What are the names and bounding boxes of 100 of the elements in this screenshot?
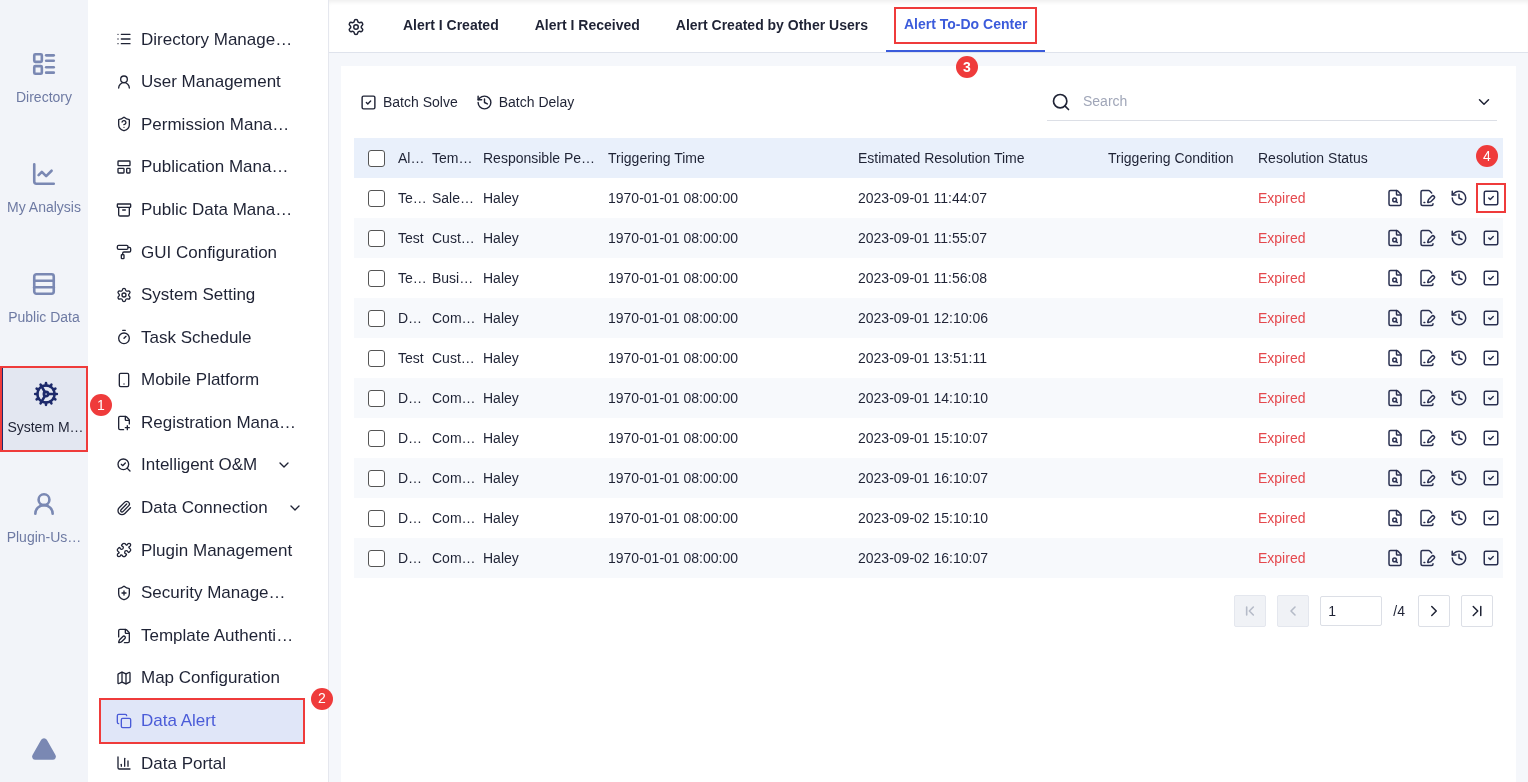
file-pen-icon[interactable] bbox=[1418, 229, 1436, 247]
sidebar-item[interactable]: Data Connection bbox=[101, 486, 303, 530]
table-cell: Test bbox=[398, 229, 424, 246]
table-cell: 2023-09-02 16:10:07 bbox=[858, 549, 988, 566]
puzzle-icon bbox=[116, 542, 132, 559]
file-pen-icon[interactable] bbox=[1418, 389, 1436, 407]
checkbox[interactable] bbox=[367, 349, 385, 367]
tab[interactable]: Alert Created by Other Users bbox=[657, 0, 886, 52]
table-cell: D… bbox=[398, 389, 423, 406]
tab[interactable]: Alert I Created bbox=[385, 0, 517, 52]
rail-item[interactable]: Directory bbox=[0, 36, 88, 122]
file-search-icon[interactable] bbox=[1386, 509, 1404, 527]
history-icon[interactable] bbox=[1450, 509, 1468, 527]
batch-delay-button[interactable]: Batch Delay bbox=[475, 91, 575, 113]
paperclip-icon bbox=[116, 499, 132, 516]
sidebar-item[interactable]: GUI Configuration bbox=[101, 230, 303, 274]
status-text: Expired bbox=[1258, 189, 1306, 206]
rail-item[interactable]: Public Data bbox=[0, 256, 88, 342]
sidebar-item[interactable]: Permission Mana… bbox=[101, 103, 303, 146]
history-icon[interactable] bbox=[1450, 309, 1468, 327]
map-icon bbox=[116, 670, 132, 687]
status-text: Expired bbox=[1258, 429, 1306, 446]
rail-item[interactable]: Plugin-Us… bbox=[0, 476, 88, 562]
resolve-icon[interactable] bbox=[1482, 469, 1500, 487]
checkbox[interactable] bbox=[367, 389, 385, 407]
sidebar-item[interactable]: Security Manage… bbox=[101, 571, 303, 615]
sidebar-item[interactable]: Public Data Mana… bbox=[101, 188, 303, 231]
status-text: Expired bbox=[1258, 229, 1306, 246]
batch-solve-button[interactable]: Batch Solve bbox=[360, 91, 458, 113]
page-button[interactable] bbox=[1461, 595, 1493, 627]
file-search-icon[interactable] bbox=[1386, 189, 1404, 207]
chart-icon bbox=[31, 160, 57, 187]
checkbox[interactable] bbox=[367, 469, 385, 487]
history-icon[interactable] bbox=[1450, 349, 1468, 367]
file-pen-icon[interactable] bbox=[1418, 429, 1436, 447]
sidebar-item[interactable]: Task Schedule bbox=[101, 316, 303, 359]
search-field[interactable]: Search bbox=[1083, 91, 1463, 112]
checkbox[interactable] bbox=[367, 509, 385, 527]
column-header: Resolution Status bbox=[1258, 149, 1368, 166]
resolve-icon[interactable] bbox=[1482, 509, 1500, 527]
file-pen-icon[interactable] bbox=[1418, 309, 1436, 327]
checkbox[interactable] bbox=[367, 309, 385, 327]
checkbox[interactable] bbox=[367, 429, 385, 447]
resolve-icon[interactable] bbox=[1482, 269, 1500, 287]
table-cell: 1970-01-01 08:00:00 bbox=[608, 509, 738, 526]
copy-icon bbox=[116, 712, 132, 729]
sidebar-item[interactable]: Publication Mana… bbox=[101, 145, 303, 189]
file-search-icon[interactable] bbox=[1386, 229, 1404, 247]
file-search-icon[interactable] bbox=[1386, 549, 1404, 567]
checkbox[interactable] bbox=[367, 189, 385, 207]
history-icon[interactable] bbox=[1450, 469, 1468, 487]
resolve-icon[interactable] bbox=[1482, 349, 1500, 367]
shield-plus-icon bbox=[116, 585, 132, 601]
resolve-icon[interactable] bbox=[1482, 389, 1500, 407]
resolve-icon[interactable] bbox=[1482, 429, 1500, 447]
history-icon[interactable] bbox=[1450, 189, 1468, 207]
file-search-icon[interactable] bbox=[1386, 269, 1404, 287]
checkbox[interactable] bbox=[367, 269, 385, 287]
table-cell: Test bbox=[398, 349, 424, 366]
checkbox[interactable] bbox=[367, 149, 385, 167]
sidebar-item[interactable]: System Setting bbox=[101, 273, 303, 317]
file-search-icon[interactable] bbox=[1386, 309, 1404, 327]
file-pen-icon[interactable] bbox=[1418, 469, 1436, 487]
page-input[interactable]: 1 bbox=[1320, 596, 1383, 626]
checkbox[interactable] bbox=[367, 229, 385, 247]
sidebar-item[interactable]: Directory Manage… bbox=[101, 18, 303, 61]
sidebar-item[interactable]: User Management bbox=[101, 60, 303, 104]
rail-item[interactable]: My Analysis bbox=[0, 146, 88, 232]
table-cell: D… bbox=[398, 509, 423, 526]
tab[interactable]: Alert I Received bbox=[516, 0, 658, 52]
table-cell: D… bbox=[398, 469, 423, 486]
checkbox[interactable] bbox=[367, 549, 385, 567]
table-cell: 1970-01-01 08:00:00 bbox=[608, 189, 738, 206]
history-icon[interactable] bbox=[1450, 229, 1468, 247]
resolve-icon[interactable] bbox=[1482, 549, 1500, 567]
layout-icon bbox=[116, 159, 132, 176]
table-cell: Com… bbox=[432, 309, 476, 326]
file-search-icon[interactable] bbox=[1386, 349, 1404, 367]
file-pen-icon[interactable] bbox=[1418, 189, 1436, 207]
paint-roller-icon bbox=[116, 244, 132, 261]
check-square-icon bbox=[360, 93, 377, 111]
sidebar-item[interactable]: Plugin Management bbox=[101, 529, 303, 572]
sidebar-item[interactable]: Template Authenti… bbox=[101, 614, 303, 657]
history-icon[interactable] bbox=[1450, 269, 1468, 287]
resolve-icon[interactable] bbox=[1482, 309, 1500, 327]
resolve-icon[interactable] bbox=[1482, 229, 1500, 247]
resolve-icon[interactable] bbox=[1482, 189, 1500, 207]
file-pen-icon[interactable] bbox=[1418, 269, 1436, 287]
file-search-icon[interactable] bbox=[1386, 469, 1404, 487]
file-pen-icon[interactable] bbox=[1418, 549, 1436, 567]
file-search-icon[interactable] bbox=[1386, 389, 1404, 407]
file-pen-icon[interactable] bbox=[1418, 349, 1436, 367]
file-search-icon[interactable] bbox=[1386, 429, 1404, 447]
sidebar-item[interactable]: Data Portal bbox=[101, 742, 303, 782]
history-icon[interactable] bbox=[1450, 429, 1468, 447]
history-icon[interactable] bbox=[1450, 549, 1468, 567]
settings-icon[interactable] bbox=[347, 18, 365, 36]
file-pen-icon[interactable] bbox=[1418, 509, 1436, 527]
history-icon[interactable] bbox=[1450, 389, 1468, 407]
table-cell: 1970-01-01 08:00:00 bbox=[608, 269, 738, 286]
